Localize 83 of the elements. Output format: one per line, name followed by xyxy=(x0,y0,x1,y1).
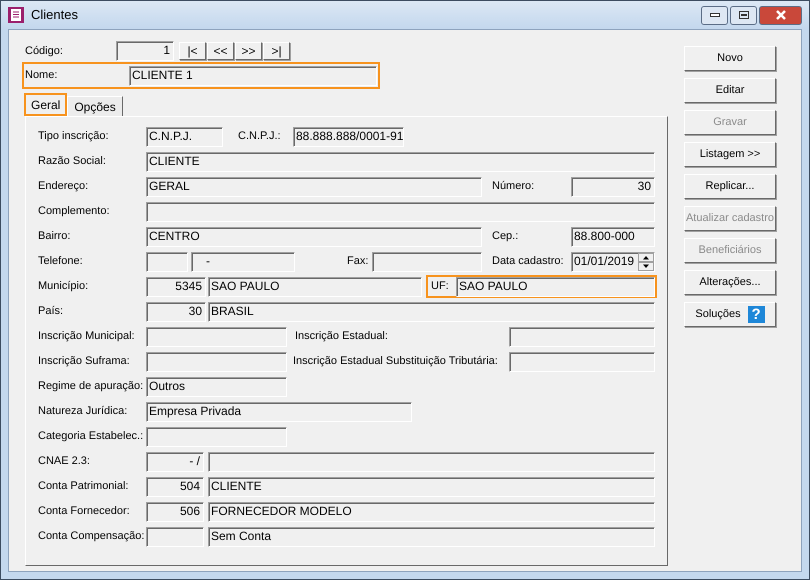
field-label: Bairro: xyxy=(38,229,72,244)
maximize-icon xyxy=(738,11,748,19)
number-field[interactable]: - / xyxy=(146,452,204,472)
number-field[interactable]: 506 xyxy=(146,502,204,522)
number-field[interactable]: 504 xyxy=(146,476,204,496)
field-label: Inscrição Estadual: xyxy=(295,329,389,344)
text-field[interactable] xyxy=(146,352,287,372)
text-field[interactable]: Sem Conta xyxy=(208,526,655,546)
field-label: Inscrição Municipal: xyxy=(38,329,136,344)
action-button[interactable]: Listagem >> xyxy=(684,142,776,167)
field-label: Inscrição Estadual Substituição Tributária: xyxy=(293,354,499,370)
field-label: Inscrição Suframa: xyxy=(38,354,131,370)
text-field[interactable]: - xyxy=(191,252,295,272)
text-field[interactable] xyxy=(372,252,482,272)
navigation-button[interactable]: << xyxy=(207,42,234,60)
field-label: Categoria Estabelec.: xyxy=(38,429,144,444)
action-button[interactable]: Editar xyxy=(684,78,776,103)
field-label: Número: xyxy=(492,179,536,194)
close-button[interactable] xyxy=(759,6,802,24)
field-label: Município: xyxy=(38,279,90,294)
field-label: CNAE 2.3: xyxy=(38,454,91,470)
text-field[interactable] xyxy=(146,326,287,346)
action-button[interactable]: Alterações... xyxy=(684,270,776,295)
text-field[interactable]: CLIENTE xyxy=(146,152,655,172)
text-field[interactable]: CENTRO xyxy=(146,226,482,246)
field-label: Nome: xyxy=(25,68,58,84)
field-label: Fax: xyxy=(347,254,370,270)
text-field[interactable] xyxy=(146,426,287,446)
text-field[interactable]: 88.888.888/0001-91 xyxy=(293,126,404,146)
field-label: Conta Compensação: xyxy=(38,529,143,544)
field-label: Tipo inscrição: xyxy=(38,129,110,144)
date-field[interactable]: 01/01/2019 xyxy=(571,252,655,272)
text-field[interactable] xyxy=(509,352,655,372)
text-field[interactable]: GERAL xyxy=(146,176,482,196)
tab[interactable]: Opções xyxy=(67,96,123,116)
field-label: Cep.: xyxy=(492,229,520,244)
field-label: Telefone: xyxy=(38,254,84,270)
text-field[interactable]: BRASIL xyxy=(208,302,655,322)
field-label: Razão Social: xyxy=(38,154,107,170)
document-icon xyxy=(7,6,25,24)
navigation-button[interactable]: >> xyxy=(235,42,262,60)
action-button[interactable]: Replicar... xyxy=(684,174,776,199)
number-field[interactable]: 30 xyxy=(571,176,655,196)
field-label: Data cadastro: xyxy=(492,254,565,270)
text-field[interactable]: Outros xyxy=(146,376,287,396)
help-icon: ? xyxy=(748,306,765,323)
text-field[interactable] xyxy=(146,202,655,222)
field-label: País: xyxy=(38,304,64,320)
field-label: Regime de apuração: xyxy=(38,379,144,394)
text-field[interactable]: CLIENTE xyxy=(208,476,655,496)
text-field[interactable] xyxy=(146,252,188,272)
field-label: Natureza Jurídica: xyxy=(38,404,128,420)
field-label: Complemento: xyxy=(38,204,111,220)
text-field[interactable] xyxy=(208,452,655,472)
text-field[interactable]: CLIENTE 1 xyxy=(129,66,377,86)
text-field[interactable]: SAO PAULO xyxy=(456,276,655,296)
number-field[interactable]: 5345 xyxy=(146,276,206,296)
text-field[interactable]: FORNECEDOR MODELO xyxy=(208,502,655,522)
field-label: Conta Fornecedor: xyxy=(38,504,131,520)
spinner-icon[interactable] xyxy=(638,252,654,270)
text-field[interactable]: Empresa Privada xyxy=(146,402,412,422)
field-label: Código: xyxy=(25,44,64,59)
close-icon xyxy=(774,10,786,20)
number-field[interactable] xyxy=(146,526,204,546)
window-title: Clientes xyxy=(31,6,78,24)
navigation-button[interactable]: >| xyxy=(263,42,290,60)
text-field[interactable]: SAO PAULO xyxy=(208,276,422,296)
field-label: Conta Patrimonial: xyxy=(38,479,130,494)
field-label: C.N.P.J.: xyxy=(238,129,282,144)
maximize-button[interactable] xyxy=(730,6,757,24)
text-field[interactable]: 88.800-000 xyxy=(571,226,655,246)
tab[interactable]: Geral xyxy=(24,93,68,116)
field-label: UF: xyxy=(431,279,450,294)
minimize-button[interactable] xyxy=(701,6,728,24)
navigation-button[interactable]: |< xyxy=(179,42,206,60)
text-field[interactable]: C.N.P.J. xyxy=(146,126,223,146)
action-button[interactable]: Novo xyxy=(684,46,776,71)
field-label: Endereço: xyxy=(38,179,90,194)
number-field[interactable]: 30 xyxy=(146,302,206,322)
text-field[interactable] xyxy=(509,326,655,346)
action-button[interactable]: Soluções ? xyxy=(684,302,776,327)
minimize-icon xyxy=(710,13,720,17)
number-field[interactable]: 1 xyxy=(116,41,174,61)
